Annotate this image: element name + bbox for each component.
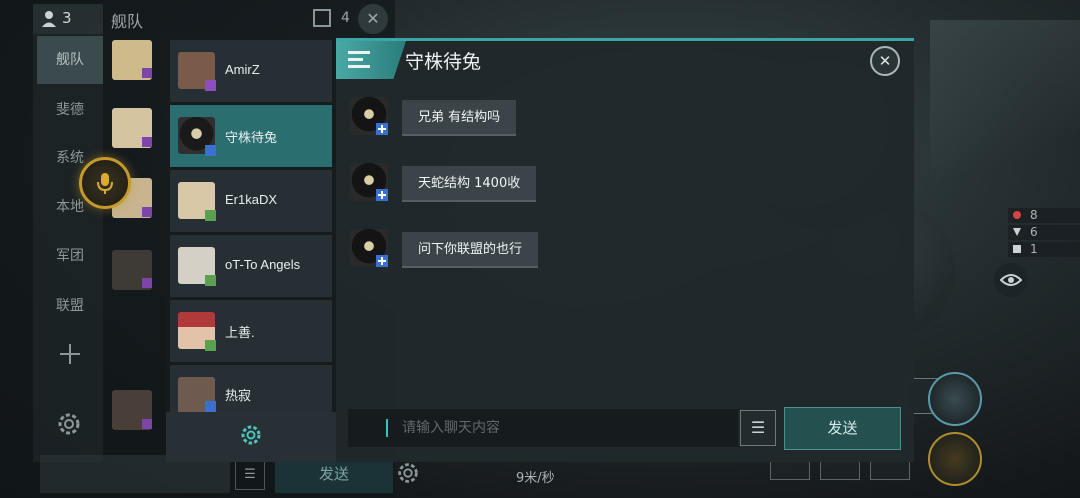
chat-input[interactable] [394, 410, 734, 446]
window-icon[interactable] [313, 9, 331, 27]
quick-phrase-button[interactable]: ☰ [740, 410, 776, 446]
chat-title: 守株待兔 [405, 51, 482, 73]
background-station [930, 20, 1080, 210]
armor-module-button[interactable] [928, 432, 982, 486]
contact-item[interactable]: Er1kaDX [170, 170, 332, 232]
text-cursor [386, 419, 388, 437]
fleet-member-badge [142, 207, 152, 217]
hud-neutral-count: 6 [1008, 225, 1080, 240]
contact-badge [205, 340, 216, 351]
contact-name: AmirZ [225, 62, 260, 77]
contact-badge [205, 145, 216, 156]
contact-badge [205, 210, 216, 221]
neutral-icon [1013, 228, 1021, 236]
eye-icon [1000, 274, 1022, 286]
message-bubble: 兄弟 有结构吗 [402, 100, 517, 136]
fleet-member-badge [142, 137, 152, 147]
contact-item[interactable]: 上善. [170, 300, 332, 362]
sender-badge [376, 189, 388, 201]
message-bubble: 问下你联盟的也行 [402, 232, 539, 268]
hud-hostile-count: 8 [1008, 208, 1080, 223]
contact-badge [205, 275, 216, 286]
contact-item-active[interactable]: 守株待兔 [170, 105, 332, 167]
contact-name: Er1kaDX [225, 192, 278, 207]
channel-fleet[interactable]: 舰队 [37, 36, 103, 84]
eye-button[interactable] [994, 263, 1028, 297]
speed-readout: 9米/秒 [516, 471, 555, 486]
hud-friendly-count: 1 [1008, 242, 1080, 257]
channel-alliance[interactable]: 联盟 [37, 282, 103, 330]
friendly-icon [1013, 245, 1021, 253]
contact-name: 守株待兔 [225, 130, 278, 145]
contact-badge [205, 80, 216, 91]
hostile-icon [1013, 211, 1021, 219]
add-channel-icon[interactable] [60, 344, 80, 364]
menu-icon [348, 50, 372, 70]
fleet-title: 舰队 [111, 12, 144, 31]
settings-gear-icon[interactable] [239, 423, 263, 447]
fleet-list-button[interactable]: ☰ [235, 460, 265, 490]
send-button[interactable]: 发送 [784, 407, 901, 450]
contact-name: oT-To Angels [225, 257, 301, 272]
shield-module-button[interactable] [928, 372, 982, 426]
contact-badge [205, 401, 216, 412]
window-count: 4 [341, 10, 350, 26]
close-button[interactable]: ✕ [870, 46, 900, 76]
contact-name: 热寂 [225, 388, 252, 403]
message-bubble: 天蛇结构 1400收 [402, 166, 537, 202]
gear-icon[interactable] [395, 460, 421, 486]
fleet-member-badge [142, 68, 152, 78]
microphone-icon [97, 173, 113, 194]
member-count: 3 [62, 9, 72, 27]
sender-badge [376, 255, 388, 267]
fleet-close-button[interactable]: ✕ [358, 4, 388, 34]
member-icon [42, 11, 56, 27]
contact-item[interactable]: 热寂 [170, 365, 332, 413]
channel-corp[interactable]: 军团 [37, 232, 103, 280]
fleet-member-badge [142, 278, 152, 288]
gear-icon[interactable] [55, 410, 83, 438]
sender-badge [376, 123, 388, 135]
fleet-member-badge [142, 419, 152, 429]
contact-item[interactable]: AmirZ [170, 40, 332, 102]
contact-name: 上善. [225, 325, 255, 340]
channel-feide[interactable]: 斐德 [37, 86, 103, 134]
voice-mic-button[interactable] [79, 157, 131, 209]
contact-item[interactable]: oT-To Angels [170, 235, 332, 297]
